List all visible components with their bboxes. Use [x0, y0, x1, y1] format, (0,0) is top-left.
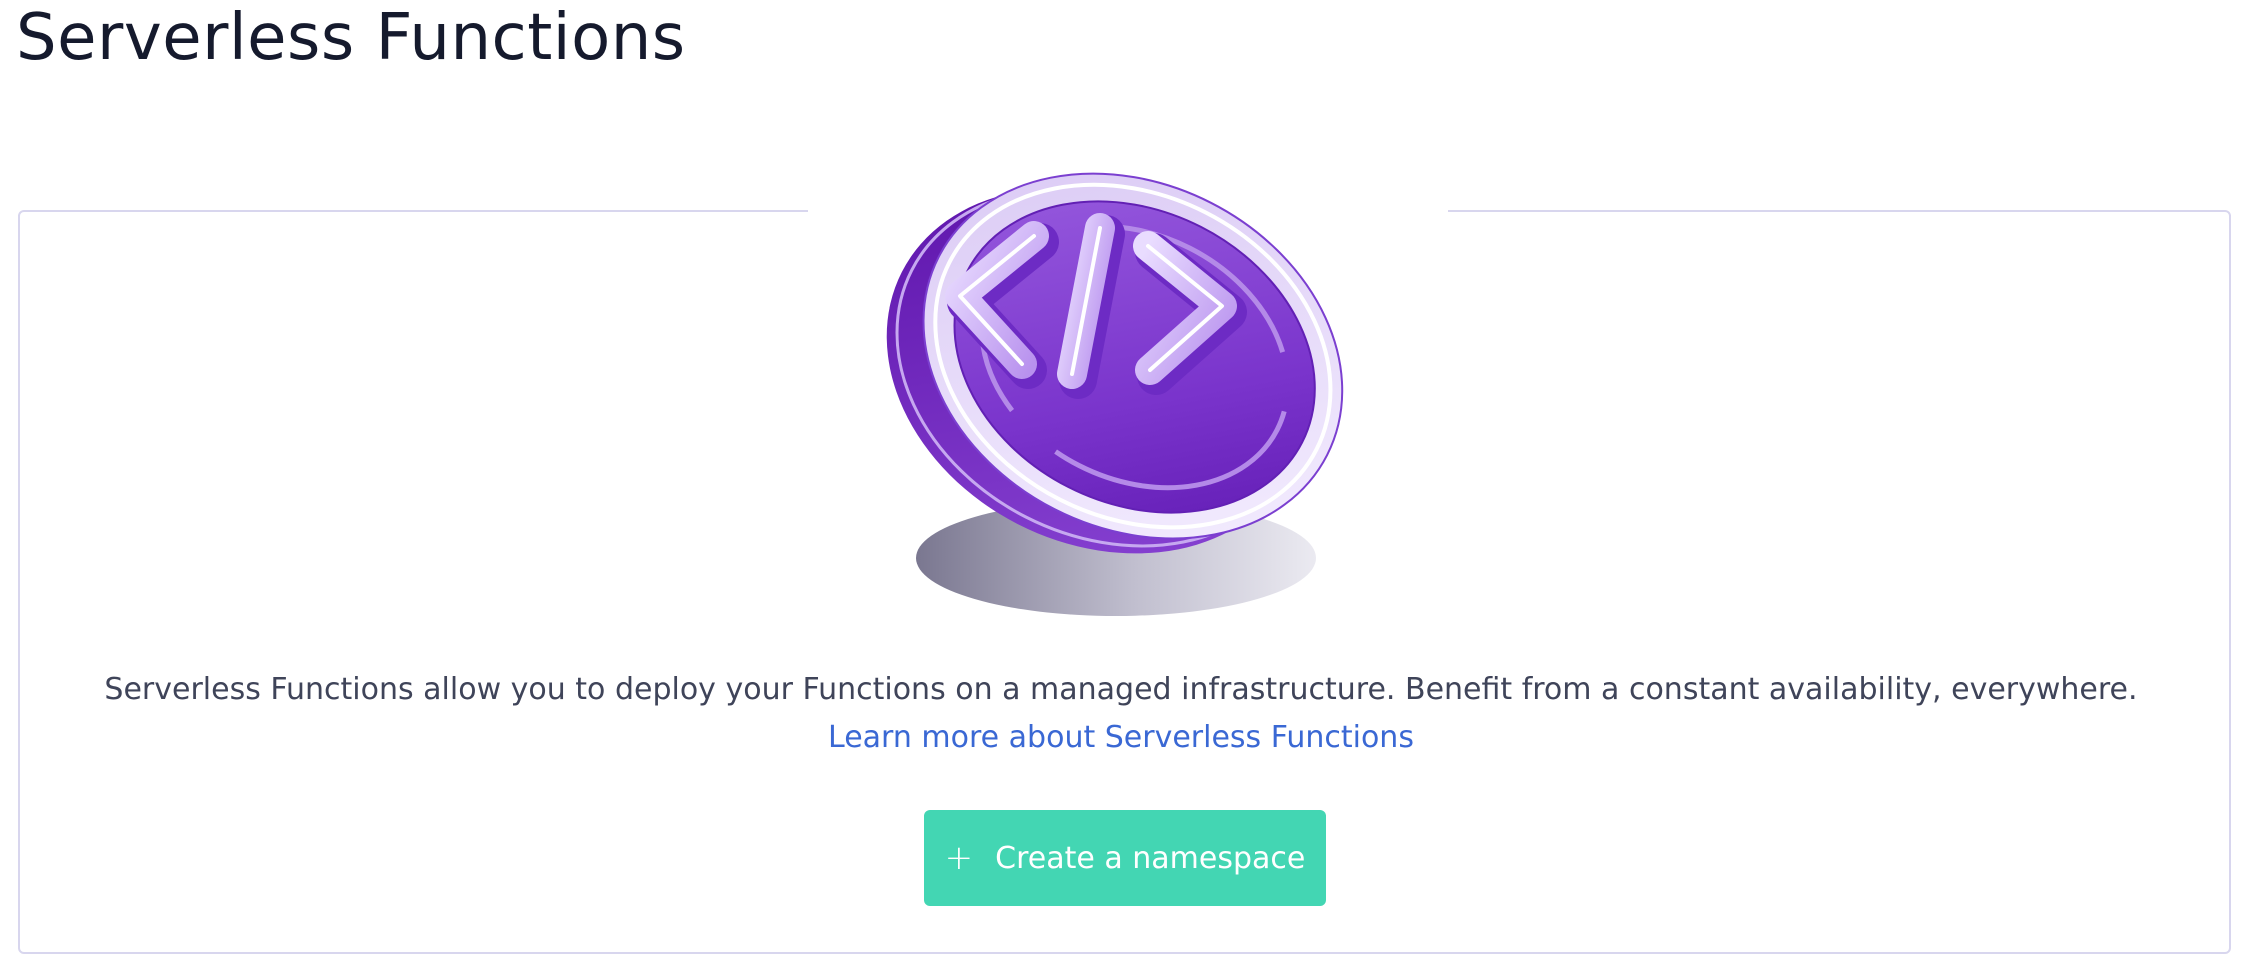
- create-namespace-button[interactable]: + Create a namespace: [924, 810, 1326, 906]
- page-title: Serverless Functions: [16, 1, 686, 75]
- code-coin-icon: [808, 130, 1448, 630]
- serverless-functions-page: Serverless Functions Serverless Function…: [0, 0, 2242, 970]
- learn-more-link[interactable]: Learn more about Serverless Functions: [0, 716, 2242, 760]
- create-namespace-label: Create a namespace: [995, 840, 1306, 876]
- plus-icon: +: [944, 838, 974, 878]
- empty-state-description: Serverless Functions allow you to deploy…: [104, 672, 2138, 707]
